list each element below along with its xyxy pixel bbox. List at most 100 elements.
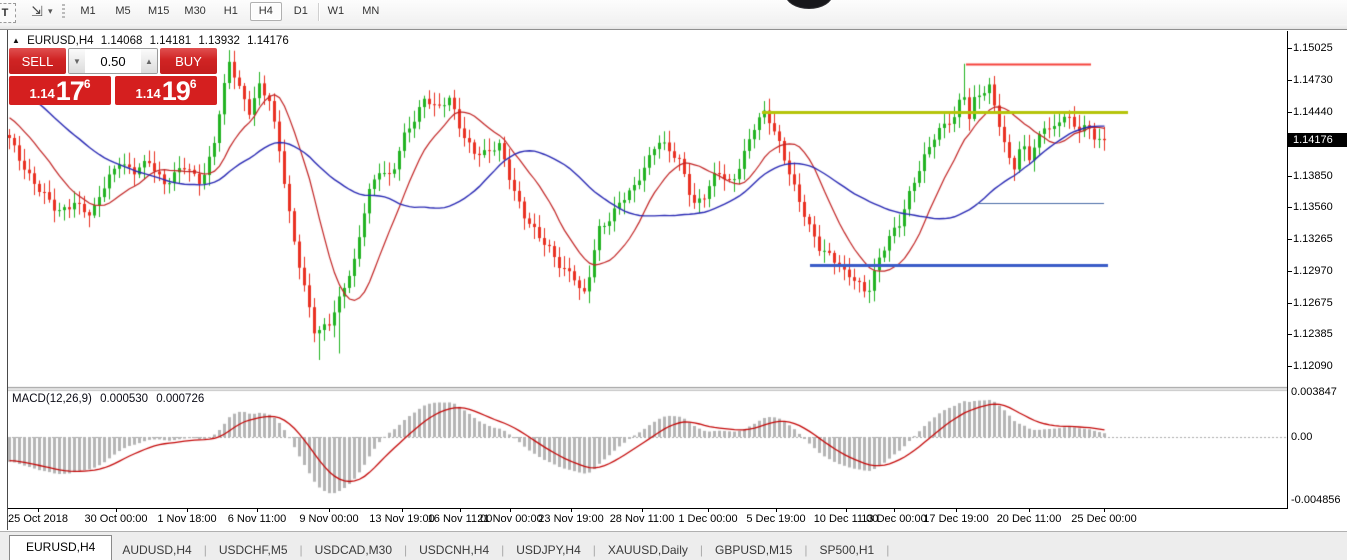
high-value: 1.14181	[149, 35, 192, 47]
date-tickmark	[510, 509, 511, 512]
ask-price-display[interactable]: 1.14 19 6	[115, 76, 217, 105]
tab-usdchf-m5[interactable]: USDCHF,M5	[209, 539, 298, 560]
tab-eurusd-h4[interactable]: EURUSD,H4	[9, 535, 113, 560]
date-tickmark	[402, 509, 403, 512]
date-tickmark	[187, 509, 188, 512]
price-tickmark	[1288, 48, 1292, 50]
buy-button[interactable]: BUY	[160, 48, 217, 74]
close-value: 1.14176	[247, 35, 289, 47]
timeframe-button-m15[interactable]: M15	[142, 2, 175, 21]
timeframe-button-d1[interactable]: D1	[285, 2, 317, 21]
tab-separator: |	[886, 543, 890, 557]
date-tickmark	[116, 509, 117, 512]
timeframe-button-w1[interactable]: W1	[320, 2, 352, 21]
date-tick-label: 9 Nov 00:00	[299, 513, 359, 525]
date-tick-label: 1 Nov 18:00	[157, 513, 217, 525]
bid-price-display[interactable]: 1.14 17 6	[9, 76, 111, 105]
timeframe-button-m5[interactable]: M5	[107, 2, 139, 21]
macd-name: MACD(12,26,9)	[12, 393, 92, 405]
price-tickmark	[1288, 366, 1292, 368]
macd-indicator-label: MACD(12,26,9) 0.000530 0.000726	[12, 393, 209, 405]
chart-tab-strip: EURUSD,H4 AUDUSD,H4 | USDCHF,M5 | USDCAD,M30 |…	[0, 531, 1347, 560]
tab-gbpusd-m15[interactable]: GBPUSD,M15	[705, 539, 802, 560]
date-tickmark	[571, 509, 572, 512]
date-tick-label: 13 Nov 19:00	[369, 513, 435, 525]
date-tick-label: 25 Dec 00:00	[1071, 513, 1137, 525]
date-tickmark	[846, 509, 847, 512]
date-tick-label: 30 Oct 00:00	[84, 513, 148, 525]
toolbar-grip[interactable]	[62, 4, 65, 20]
date-tick-label: 13 Dec 00:00	[861, 513, 927, 525]
macd-axis-label: -0.004856	[1291, 494, 1341, 506]
price-tickmark	[1288, 175, 1292, 177]
tab-separator: |	[501, 543, 505, 557]
sell-button[interactable]: SELL	[9, 48, 66, 74]
date-tickmark	[460, 509, 461, 512]
bid-big-digits: 17	[55, 76, 85, 106]
date-tickmark	[257, 509, 258, 512]
date-tickmark	[776, 509, 777, 512]
tab-sp500-h1[interactable]: SP500,H1	[810, 539, 885, 560]
price-tick-label: 1.15025	[1293, 42, 1333, 55]
timeframe-group: M1 M5 M15 M30 H1 H4 D1 W1 MN	[72, 2, 387, 21]
timeframe-button-h1[interactable]: H1	[215, 2, 247, 21]
price-tick-label: 1.12090	[1293, 360, 1333, 373]
macd-axis-label: 0.003847	[1291, 386, 1337, 398]
price-tickmark	[1288, 111, 1292, 113]
date-tickmark	[329, 509, 330, 512]
price-axis: 1.14176 1.15025 1.14730 1.14440 1.13850 1.13…	[1288, 30, 1347, 509]
price-tickmark	[1288, 207, 1292, 208]
symbol-period-label: EURUSD,H4	[27, 35, 94, 47]
price-tickmark	[1288, 334, 1292, 336]
tab-audusd-h4[interactable]: AUDUSD,H4	[112, 539, 201, 560]
mt4-workspace: T ⇲ ▾ M1 M5 M15 M30 H1 H4 D1 W1 MN ▲ EURUSD,H4 1…	[0, 0, 1347, 560]
volume-increase-button[interactable]: ▲	[141, 49, 157, 73]
volume-stepper: ▼ 0.50 ▲	[68, 48, 158, 74]
price-tick-label: 1.12970	[1293, 265, 1333, 277]
macd-signal-value: 0.000726	[156, 393, 205, 405]
low-value: 1.13932	[198, 35, 240, 47]
tab-separator: |	[804, 543, 808, 557]
ask-big-digits: 19	[161, 76, 191, 106]
ask-prefix: 1.14	[135, 86, 161, 101]
tab-bar: EURUSD,H4 AUDUSD,H4 | USDCHF,M5 | USDCAD,M30 |…	[0, 535, 891, 560]
date-tick-label: 23 Nov 19:00	[538, 513, 604, 525]
date-tickmark	[642, 509, 643, 512]
one-click-trade-panel: SELL ▼ 0.50 ▲ BUY 1.14 17 6 1.14 19 6	[9, 48, 217, 105]
text-tool-icon[interactable]: T	[0, 3, 16, 23]
tab-separator: |	[699, 543, 704, 557]
timeframe-button-h4[interactable]: H4	[249, 2, 282, 21]
date-axis: 25 Oct 2018 30 Oct 00:00 1 Nov 18:00 6 Nov …	[8, 509, 1347, 531]
timeframe-button-m1[interactable]: M1	[72, 2, 104, 21]
tab-separator: |	[404, 543, 408, 557]
price-tickmark	[1288, 303, 1292, 305]
tab-usdcad-m30[interactable]: USDCAD,M30	[305, 539, 402, 560]
tab-separator: |	[203, 543, 207, 557]
dropdown-caret-icon[interactable]: ▾	[48, 6, 53, 17]
cursor-arrows-icon[interactable]: ⇲	[27, 2, 47, 21]
price-tick-label: 1.13850	[1293, 169, 1333, 182]
date-tick-label: 28 Nov 11:00	[609, 513, 675, 525]
price-tick-label: 1.14440	[1293, 105, 1333, 118]
price-tick-label: 1.13560	[1293, 201, 1333, 213]
price-tick-label: 1.13265	[1293, 233, 1333, 245]
tab-usdjpy-h4[interactable]: USDJPY,H4	[506, 539, 590, 560]
volume-decrease-button[interactable]: ▼	[69, 49, 85, 73]
date-tickmark	[38, 509, 39, 512]
price-tickmark	[1288, 271, 1292, 272]
timeframe-button-m30[interactable]: M30	[178, 2, 211, 21]
bid-prefix: 1.14	[29, 86, 55, 101]
toolbar-separator	[318, 3, 320, 21]
tab-xauusd-daily[interactable]: XAUUSD,Daily	[598, 539, 698, 560]
price-tick-label: 1.14730	[1293, 74, 1333, 87]
timeframe-button-mn[interactable]: MN	[355, 2, 387, 21]
date-tick-label: 1 Dec 00:00	[678, 513, 738, 525]
price-tickmark	[1288, 80, 1292, 82]
tab-usdcnh-h4[interactable]: USDCNH,H4	[409, 539, 499, 560]
collapse-trade-panel-icon[interactable]: ▲	[12, 36, 20, 45]
price-tick-label: 1.12675	[1293, 297, 1333, 310]
date-tick-label: 21 Nov 00:00	[477, 513, 543, 525]
macd-main-value: 0.000530	[100, 393, 149, 405]
volume-input[interactable]: 0.50	[85, 49, 141, 73]
bid-pipette-digit: 6	[83, 77, 91, 91]
